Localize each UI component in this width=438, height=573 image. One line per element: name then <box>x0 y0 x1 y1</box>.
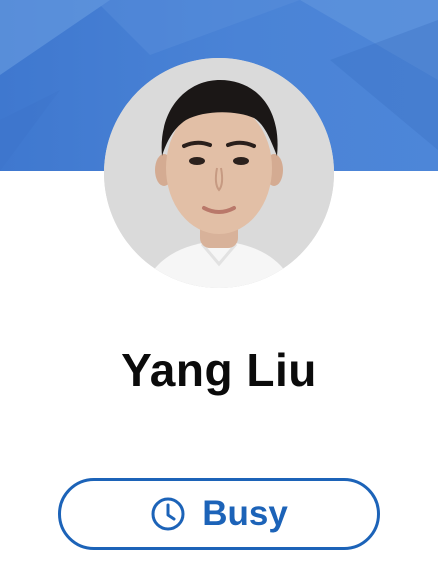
profile-card: Yang Liu Busy <box>0 0 438 573</box>
clock-icon <box>151 497 185 531</box>
status-button[interactable]: Busy <box>58 478 380 550</box>
profile-name: Yang Liu <box>121 344 317 396</box>
avatar <box>104 58 334 288</box>
profile-photo <box>104 58 334 288</box>
status-label: Busy <box>202 494 288 533</box>
